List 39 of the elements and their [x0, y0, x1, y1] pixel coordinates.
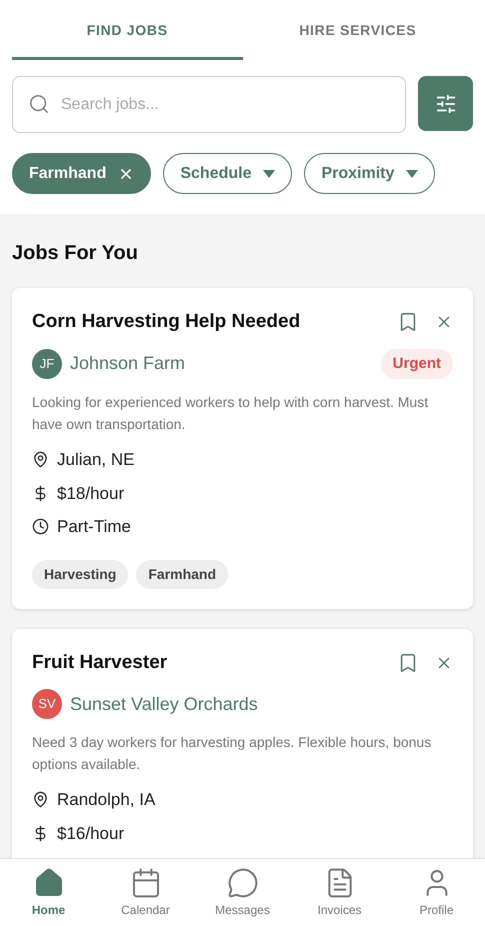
tag: Farmhand	[136, 560, 228, 588]
clock-icon	[32, 518, 49, 536]
nav-tab[interactable]: Profile	[388, 859, 485, 926]
urgent-badge: Urgent	[380, 348, 453, 379]
nav-tab[interactable]: Calendar	[97, 859, 194, 926]
job-detail: Randolph, IA	[57, 789, 156, 811]
dropdown-triangle-icon	[406, 170, 418, 178]
job-detail: $16/hour	[57, 822, 124, 844]
company-link[interactable]: Sunset Valley Orchards	[70, 690, 258, 718]
company-link[interactable]: Johnson Farm	[70, 350, 186, 378]
section-heading: Jobs For You	[12, 241, 138, 266]
nav-tab[interactable]: Invoices	[291, 859, 388, 926]
job-card[interactable]: Corn Harvesting Help Needed JF Johnson Farm Urgent Looking for experienced workers to help with corn harvest. Must have own transportation. Julian, NE $18/hour Part-Time Harvesting Farmhand	[12, 288, 473, 608]
job-description: Need 3 day workers for harvesting apples. Flexible hours, bonus options available.	[32, 733, 432, 774]
filter-button[interactable]	[418, 76, 473, 131]
job-detail: Julian, NE	[57, 449, 134, 471]
job-detail: $18/hour	[57, 482, 124, 504]
tab[interactable]: FIND JOBS	[12, 20, 242, 60]
filter-chip[interactable]: Schedule	[163, 153, 292, 194]
tab[interactable]: HIRE SERVICES	[242, 20, 473, 60]
filter-chip[interactable]: Farmhand	[12, 153, 152, 194]
job-detail: Part-Time	[57, 516, 131, 538]
job-card[interactable]: Fruit Harvester SV Sunset Valley Orchards Need 3 day workers for harvesting apples. Flexible hours, bonus options available. Randolph, IA $16/hour	[12, 628, 473, 858]
company-avatar: SV	[32, 689, 62, 719]
location-pin-icon	[32, 791, 49, 808]
job-description: Looking for experienced workers to help with corn harvest. Must have own transportation.	[32, 393, 430, 434]
nav-tab[interactable]: Home	[0, 859, 97, 926]
search-icon	[28, 93, 50, 115]
job-title: Corn Harvesting Help Needed	[32, 310, 300, 334]
sliders-icon	[434, 92, 456, 114]
company-avatar: JF	[32, 348, 62, 379]
search-field[interactable]: Search jobs...	[12, 76, 406, 133]
tag: Harvesting	[32, 560, 128, 588]
speech-bubble-icon	[226, 866, 258, 898]
job-title: Fruit Harvester	[32, 650, 168, 674]
location-pin-icon	[32, 451, 49, 468]
nav-tab[interactable]: Messages	[194, 859, 291, 926]
filter-chip[interactable]: Proximity	[304, 153, 436, 194]
dropdown-triangle-icon	[263, 170, 276, 178]
